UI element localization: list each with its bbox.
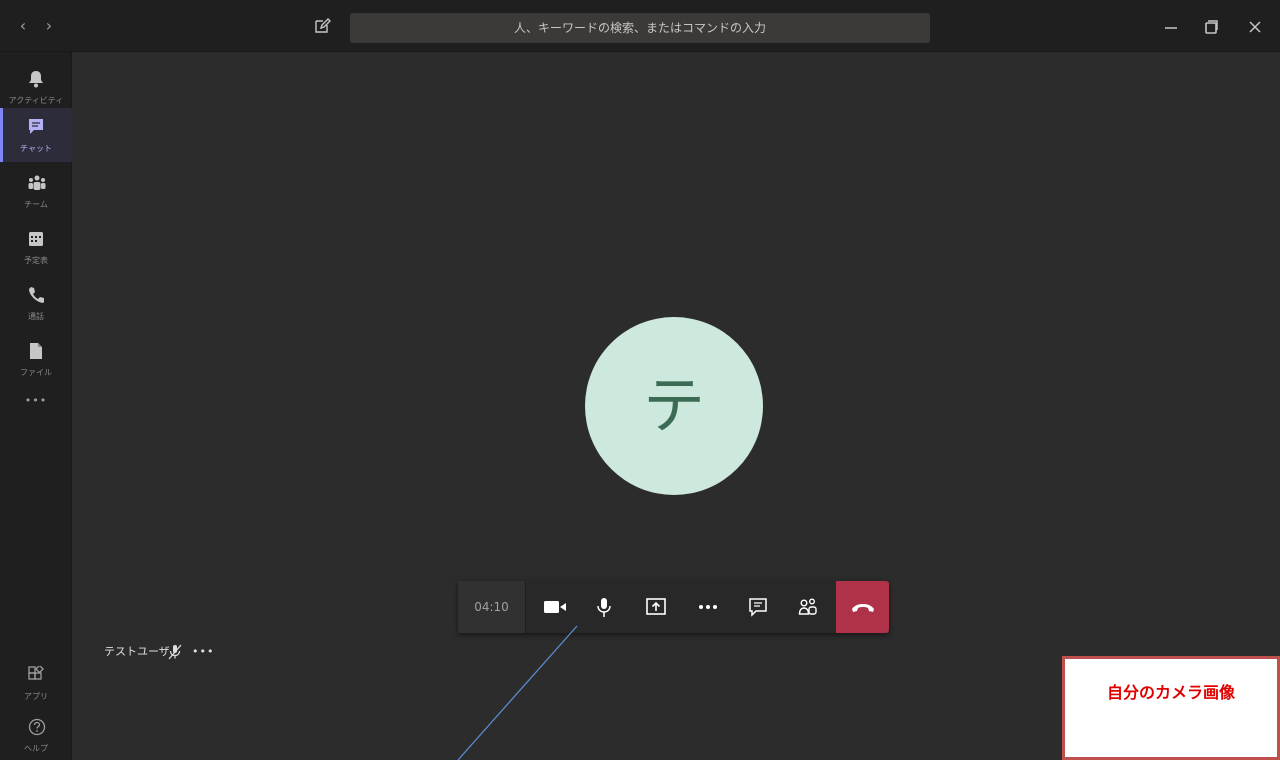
- share-screen-icon: [646, 598, 666, 615]
- call-control-bar: 04:10: [458, 581, 889, 633]
- title-bar: ‹ › 人、キーワードの検索、またはコマンドの入力: [0, 0, 1280, 52]
- restore-icon[interactable]: [1198, 14, 1224, 40]
- participants-icon: [798, 598, 817, 615]
- teams-icon: [28, 175, 46, 190]
- rail-label-help: ヘルプ: [24, 744, 48, 753]
- rail-item-activity[interactable]: アクティビティ: [0, 60, 72, 114]
- rail-label-activity: アクティビティ: [8, 96, 64, 105]
- share-screen-button[interactable]: [634, 581, 678, 633]
- more-options-icon: [699, 605, 717, 609]
- more-options-button[interactable]: [686, 581, 730, 633]
- hang-up-icon: [852, 604, 874, 612]
- rail-item-files[interactable]: ファイル: [0, 332, 72, 386]
- help-icon: [28, 718, 46, 736]
- minimize-icon[interactable]: [1158, 14, 1184, 40]
- call-timer: 04:10: [458, 581, 526, 633]
- rail-item-calls[interactable]: 通話: [0, 276, 72, 330]
- app-rail: アクティビティ チャット チーム 予定表 通話 ファイル ••• アプリ ヘルプ: [0, 52, 72, 760]
- rail-item-calendar[interactable]: 予定表: [0, 220, 72, 274]
- chat-icon: [29, 119, 43, 134]
- close-icon[interactable]: [1242, 14, 1268, 40]
- rail-label-calendar: 予定表: [24, 256, 48, 265]
- avatar-initial: テ: [642, 369, 705, 442]
- participant-more-icon[interactable]: •••: [192, 642, 214, 662]
- rail-item-teams[interactable]: チーム: [0, 164, 72, 218]
- participants-button[interactable]: [786, 581, 830, 633]
- video-button[interactable]: [530, 581, 580, 633]
- camera-annotation-box: 自分のカメラ画像: [1062, 656, 1280, 760]
- mic-muted-icon: [168, 644, 182, 660]
- microphone-button[interactable]: [582, 581, 626, 633]
- microphone-icon: [597, 598, 611, 617]
- rail-label-calls: 通話: [28, 312, 44, 321]
- video-icon: [544, 601, 566, 613]
- hang-up-button[interactable]: [836, 581, 889, 633]
- participant-avatar: テ: [585, 317, 763, 495]
- compose-icon[interactable]: [312, 16, 332, 36]
- phone-icon: [29, 287, 44, 303]
- back-icon[interactable]: ‹: [14, 16, 32, 36]
- apps-icon: [28, 666, 44, 680]
- show-chat-button[interactable]: [736, 581, 780, 633]
- forward-icon[interactable]: ›: [40, 16, 58, 36]
- rail-label-files: ファイル: [20, 368, 52, 377]
- more-icon: •••: [24, 394, 48, 407]
- chat-icon: [749, 598, 767, 617]
- participant-name: テストユーザ: [104, 645, 170, 658]
- rail-item-chat[interactable]: チャット: [0, 108, 72, 162]
- rail-label-teams: チーム: [24, 200, 48, 209]
- rail-label-chat: チャット: [20, 144, 52, 153]
- rail-item-help[interactable]: ヘルプ: [0, 708, 72, 760]
- rail-more-button[interactable]: •••: [0, 388, 72, 418]
- camera-annotation-label: 自分のカメラ画像: [1106, 683, 1235, 702]
- bell-icon: [29, 71, 43, 88]
- rail-label-apps: アプリ: [24, 692, 48, 701]
- calendar-icon: [29, 232, 43, 246]
- file-icon: [30, 343, 42, 359]
- search-input[interactable]: 人、キーワードの検索、またはコマンドの入力: [350, 13, 930, 43]
- rail-item-apps[interactable]: アプリ: [0, 656, 72, 710]
